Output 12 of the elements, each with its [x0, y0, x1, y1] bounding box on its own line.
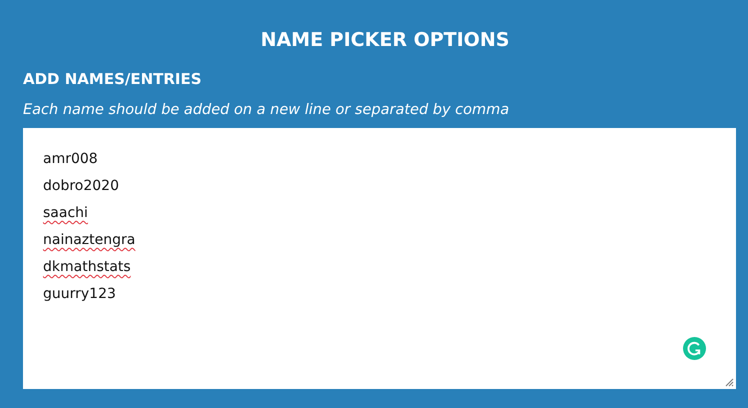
section-heading: ADD NAMES/ENTRIES: [23, 69, 202, 90]
name-entry: nainaztengra: [43, 231, 136, 250]
name-entry: dkmathstats: [43, 258, 131, 277]
names-textarea[interactable]: amr008 dobro2020 saachi nainaztengra dkmathstats guurry123: [23, 128, 736, 389]
name-entry: saachi: [43, 204, 88, 223]
name-entry: dobro2020: [43, 177, 119, 196]
grammar-checker-icon[interactable]: [683, 337, 706, 360]
name-entry: amr008: [43, 150, 98, 169]
hint-text: Each name should be added on a new line or separated by comma: [23, 101, 510, 120]
resize-grip-icon[interactable]: [725, 378, 734, 387]
name-entry: guurry123: [43, 285, 116, 304]
page-title: NAME PICKER OPTIONS: [260, 28, 510, 53]
